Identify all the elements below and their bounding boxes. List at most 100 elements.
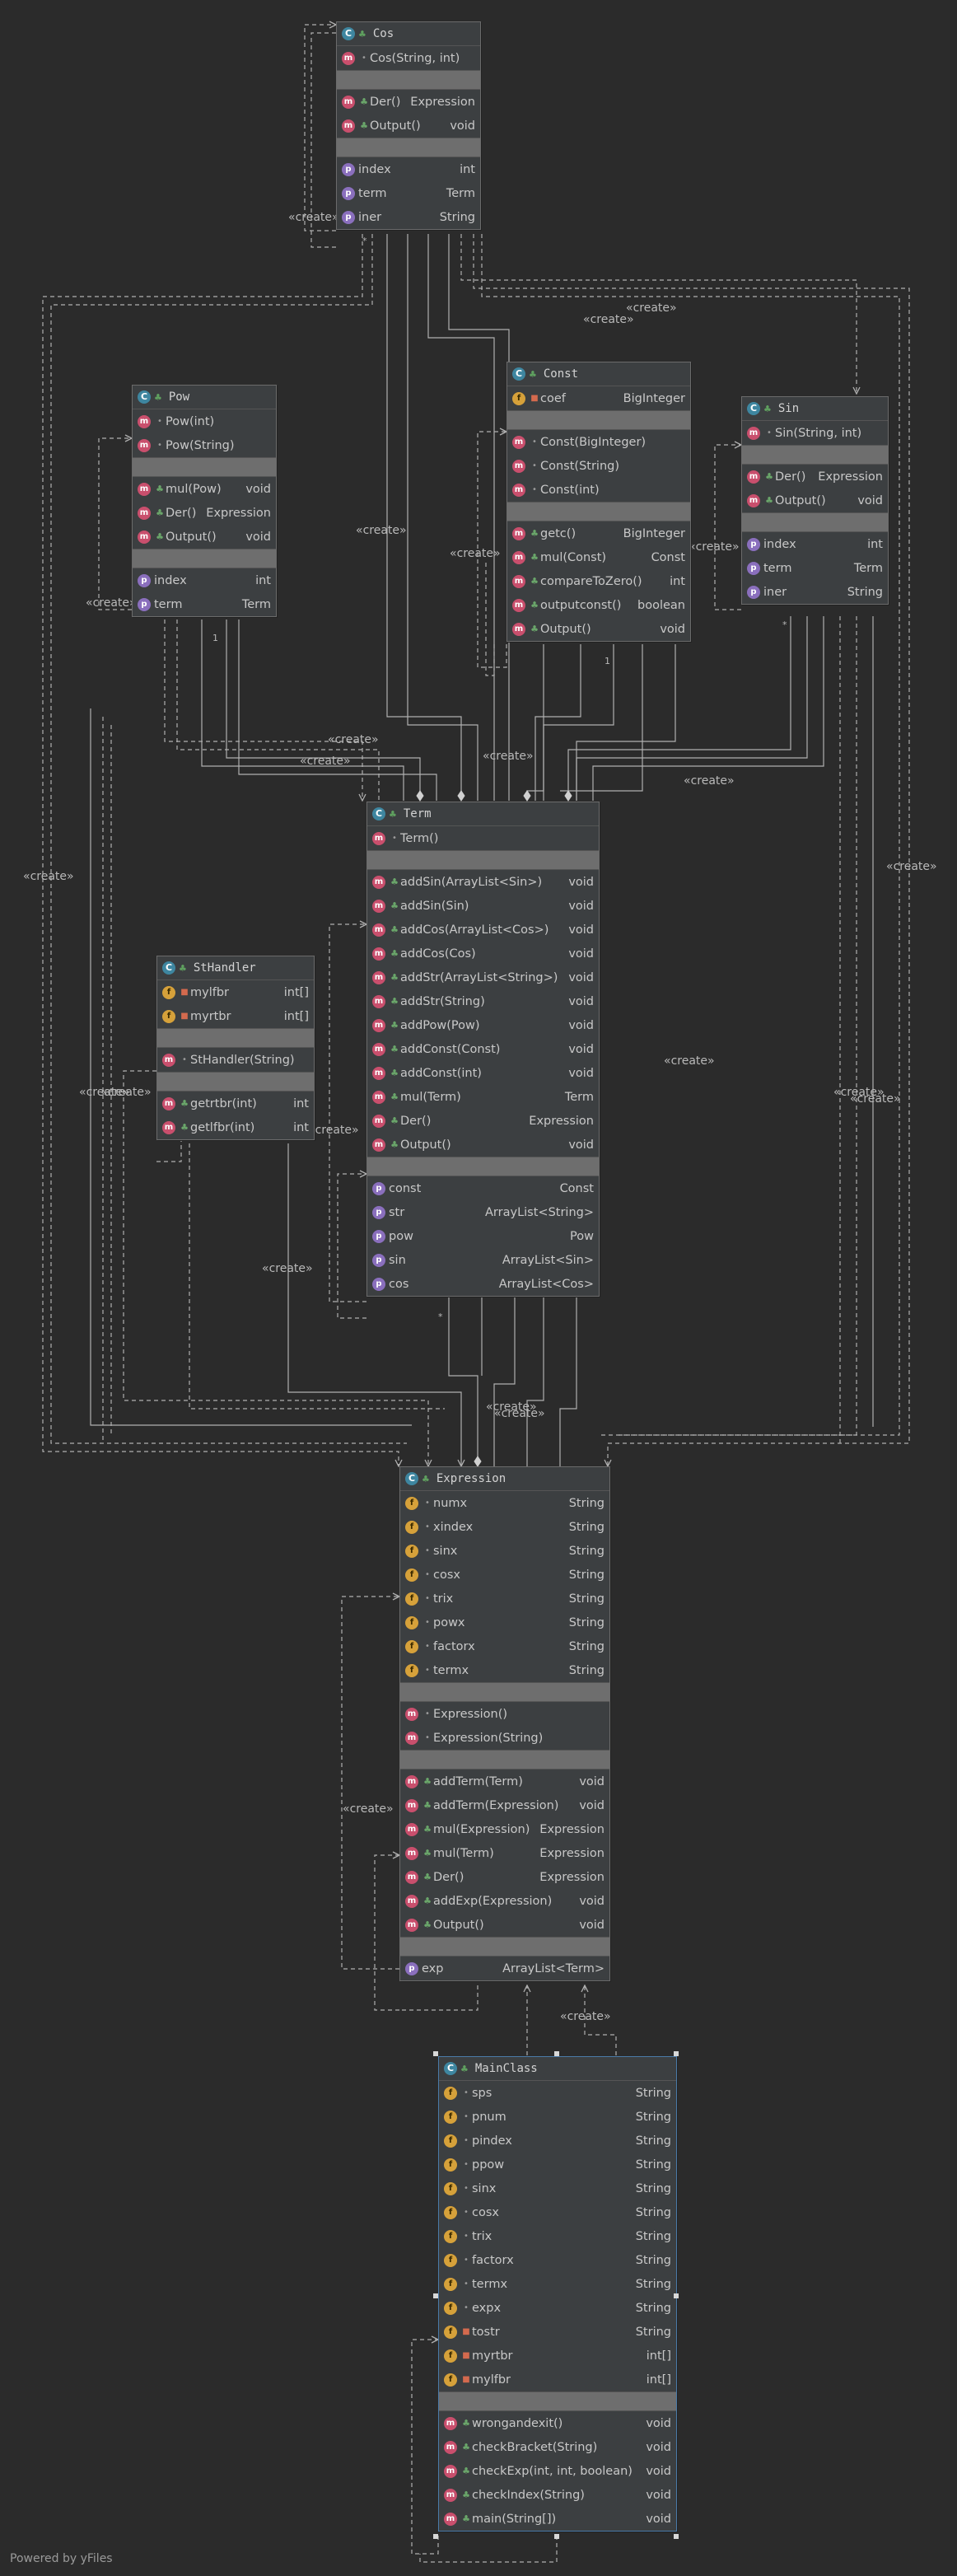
resize-handle[interactable] (433, 2293, 438, 2298)
field-row[interactable]: f • sinx String (439, 2176, 676, 2200)
field-row[interactable]: f ■ myrtbr int[] (439, 2344, 676, 2368)
class-pow[interactable]: C ♣ Pow m • Pow(int) m • Pow(String) m ♣ mul(Pow… (132, 385, 277, 617)
field-row[interactable]: f • pindex String (439, 2129, 676, 2153)
method-row[interactable]: m ♣ addCos(ArrayList<Cos>) void (367, 918, 599, 942)
method-row[interactable]: m ♣ Output() void (367, 1133, 599, 1157)
method-row[interactable]: m ♣ addStr(String) void (367, 989, 599, 1013)
field-row[interactable]: f • sinx String (400, 1539, 609, 1563)
field-row[interactable]: f • cosx String (400, 1563, 609, 1587)
field-row[interactable]: f • factorx String (439, 2248, 676, 2272)
property-row[interactable]: p term Term (133, 592, 276, 616)
field-row[interactable]: f ■ myrtbr int[] (157, 1004, 314, 1028)
field-row[interactable]: f ■ tostr String (439, 2320, 676, 2344)
constructor-row[interactable]: m • Const(int) (507, 478, 690, 502)
method-row[interactable]: m ♣ addConst(int) void (367, 1061, 599, 1085)
method-row[interactable]: m ♣ checkBracket(String) void (439, 2435, 676, 2459)
method-row[interactable]: m ♣ Output() void (133, 525, 276, 549)
constructor-row[interactable]: m • Expression(String) (400, 1726, 609, 1750)
resize-handle[interactable] (554, 2534, 559, 2539)
field-row[interactable]: f • cosx String (439, 2200, 676, 2224)
class-mainclass[interactable]: C ♣ MainClass f • sps String f • pnum String f • p… (438, 2056, 677, 2532)
method-row[interactable]: m ♣ main(String[]) void (439, 2507, 676, 2531)
method-row[interactable]: m ♣ Output() void (400, 1913, 609, 1937)
field-row[interactable]: f • xindex String (400, 1515, 609, 1539)
field-row[interactable]: f • trix String (439, 2224, 676, 2248)
class-sin[interactable]: C ♣ Sin m • Sin(String, int) m ♣ Der() Expressi… (741, 396, 889, 605)
class-sthandler[interactable]: C ♣ StHandler f ■ mylfbr int[] f ■ myrtbr int[] … (156, 956, 315, 1140)
class-cos[interactable]: C ♣ Cos m • Cos(String, int) m ♣ Der() Expressi… (336, 21, 481, 230)
method-row[interactable]: m ♣ Der() Expression (133, 501, 276, 525)
method-row[interactable]: m ♣ Der() Expression (337, 90, 480, 114)
constructor-row[interactable]: m • Term() (367, 826, 599, 850)
constructor-row[interactable]: m • Pow(int) (133, 409, 276, 433)
constructor-row[interactable]: m • StHandler(String) (157, 1048, 314, 1072)
method-row[interactable]: m ♣ addSin(ArrayList<Sin>) void (367, 870, 599, 894)
resize-handle[interactable] (674, 2534, 679, 2539)
property-row[interactable]: p exp ArrayList<Term> (400, 1957, 609, 1980)
property-row[interactable]: p sin ArrayList<Sin> (367, 1248, 599, 1272)
constructor-row[interactable]: m • Cos(String, int) (337, 46, 480, 70)
method-row[interactable]: m ♣ addStr(ArrayList<String>) void (367, 965, 599, 989)
constructor-row[interactable]: m • Const(BigInteger) (507, 430, 690, 454)
property-row[interactable]: p index int (337, 157, 480, 181)
method-row[interactable]: m ♣ addTerm(Term) void (400, 1770, 609, 1793)
method-row[interactable]: m ♣ Output() void (742, 489, 888, 512)
method-row[interactable]: m ♣ mul(Expression) Expression (400, 1817, 609, 1841)
method-row[interactable]: m ♣ addExp(Expression) void (400, 1889, 609, 1913)
method-row[interactable]: m ♣ addCos(Cos) void (367, 942, 599, 965)
property-row[interactable]: p index int (133, 568, 276, 592)
resize-handle[interactable] (674, 2293, 679, 2298)
method-row[interactable]: m ♣ getrtbr(int) int (157, 1092, 314, 1115)
method-row[interactable]: m ♣ getc() BigInteger (507, 521, 690, 545)
field-row[interactable]: f • pnum String (439, 2105, 676, 2129)
property-row[interactable]: p iner String (742, 580, 888, 604)
resize-handle[interactable] (433, 2534, 438, 2539)
property-row[interactable]: p term Term (337, 181, 480, 205)
constructor-row[interactable]: m • Const(String) (507, 454, 690, 478)
constructor-row[interactable]: m • Sin(String, int) (742, 421, 888, 445)
property-row[interactable]: p term Term (742, 556, 888, 580)
field-row[interactable]: f • trix String (400, 1587, 609, 1611)
method-row[interactable]: m ♣ Output() void (337, 114, 480, 138)
method-row[interactable]: m ♣ checkIndex(String) void (439, 2483, 676, 2507)
method-row[interactable]: m ♣ addSin(Sin) void (367, 894, 599, 918)
field-row[interactable]: f • factorx String (400, 1634, 609, 1658)
method-row[interactable]: m ♣ mul(Const) Const (507, 545, 690, 569)
method-row[interactable]: m ♣ mul(Term) Term (367, 1085, 599, 1109)
field-row[interactable]: f • ppow String (439, 2153, 676, 2176)
resize-handle[interactable] (674, 2051, 679, 2056)
field-row[interactable]: f • termx String (400, 1658, 609, 1682)
method-row[interactable]: m ♣ addTerm(Expression) void (400, 1793, 609, 1817)
constructor-row[interactable]: m • Pow(String) (133, 433, 276, 457)
resize-handle[interactable] (554, 2051, 559, 2056)
property-row[interactable]: p cos ArrayList<Cos> (367, 1272, 599, 1296)
constructor-row[interactable]: m • Expression() (400, 1702, 609, 1726)
property-row[interactable]: p iner String (337, 205, 480, 229)
resize-handle[interactable] (433, 2051, 438, 2056)
field-row[interactable]: f • powx String (400, 1611, 609, 1634)
method-row[interactable]: m ♣ getlfbr(int) int (157, 1115, 314, 1139)
method-row[interactable]: m ♣ addConst(Const) void (367, 1037, 599, 1061)
method-row[interactable]: m ♣ mul(Term) Expression (400, 1841, 609, 1865)
method-row[interactable]: m ♣ Output() void (507, 617, 690, 641)
method-row[interactable]: m ♣ wrongandexit() void (439, 2411, 676, 2435)
method-row[interactable]: m ♣ mul(Pow) void (133, 477, 276, 501)
field-row[interactable]: f • numx String (400, 1491, 609, 1515)
field-row[interactable]: f • termx String (439, 2272, 676, 2296)
field-row[interactable]: f ■ mylfbr int[] (157, 980, 314, 1004)
property-row[interactable]: p str ArrayList<String> (367, 1200, 599, 1224)
property-row[interactable]: p const Const (367, 1176, 599, 1200)
method-row[interactable]: m ♣ checkExp(int, int, boolean) void (439, 2459, 676, 2483)
class-term[interactable]: C ♣ Term m • Term() m ♣ addSin(ArrayList<Sin>)… (366, 802, 600, 1297)
method-row[interactable]: m ♣ Der() Expression (367, 1109, 599, 1133)
field-row[interactable]: f ■ mylfbr int[] (439, 2368, 676, 2391)
property-row[interactable]: p pow Pow (367, 1224, 599, 1248)
property-row[interactable]: p index int (742, 532, 888, 556)
method-row[interactable]: m ♣ Der() Expression (400, 1865, 609, 1889)
method-row[interactable]: m ♣ outputconst() boolean (507, 593, 690, 617)
method-row[interactable]: m ♣ Der() Expression (742, 465, 888, 489)
field-row[interactable]: f • sps String (439, 2081, 676, 2105)
class-expression[interactable]: C ♣ Expression f • numx String f • xindex String… (399, 1466, 610, 1981)
class-const[interactable]: C ♣ Const f ■ coef BigInteger m • Const(BigInte… (507, 362, 691, 642)
field-row[interactable]: f • expx String (439, 2296, 676, 2320)
